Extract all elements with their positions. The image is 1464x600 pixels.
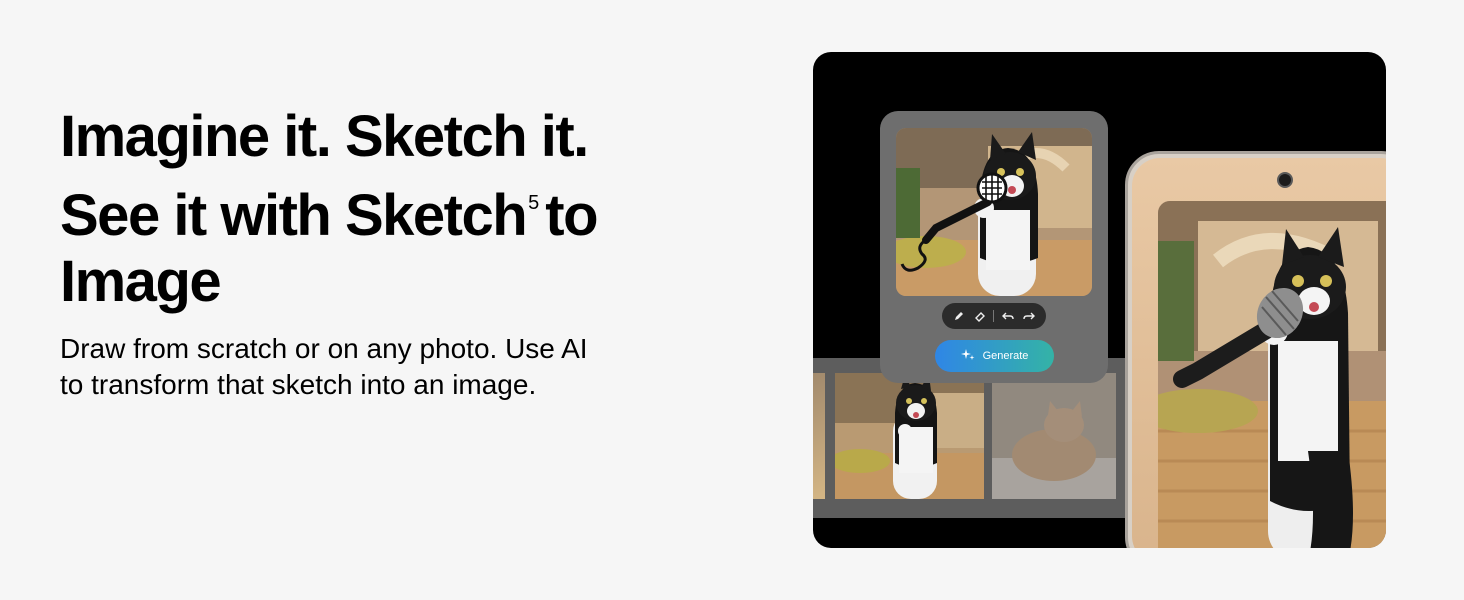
headline-line-3: Image: [60, 249, 222, 314]
headline-line-2: See it with Sketch: [60, 183, 528, 248]
description: Draw from scratch or on any photo. Use A…: [60, 331, 700, 403]
phone-bezel: [1132, 158, 1386, 548]
cat-sketch-image: [896, 128, 1092, 296]
headline-line-2-end: to: [545, 183, 598, 248]
camera-icon: [1277, 172, 1293, 188]
footnote-marker: 5: [528, 192, 540, 214]
sparkle-icon: [960, 348, 975, 365]
gallery-thumbnail-partial[interactable]: [813, 373, 825, 499]
toolbar-divider: [993, 310, 995, 322]
generated-cat-microphone-image: [1158, 201, 1386, 548]
sketch-canvas[interactable]: [896, 128, 1092, 296]
pen-icon[interactable]: [951, 308, 967, 324]
headline-line-1: Imagine it. Sketch it.: [60, 104, 589, 169]
dimmed-overlay: [992, 373, 1116, 499]
generate-button[interactable]: Generate: [935, 340, 1054, 372]
product-visual: Generate: [813, 52, 1386, 548]
hero-copy: Imagine it. Sketch it. See it with Sketc…: [60, 104, 700, 403]
description-line-1: Draw from scratch or on any photo. Use A…: [60, 333, 588, 364]
generate-label: Generate: [982, 350, 1029, 362]
sketch-to-image-panel: Generate: [880, 111, 1108, 383]
gallery-thumbnail-cat-relaxing[interactable]: [992, 373, 1116, 499]
redo-icon[interactable]: [1021, 308, 1037, 324]
sketch-toolbar: [942, 303, 1046, 329]
description-line-2: to transform that sketch into an image.: [60, 369, 537, 400]
undo-icon[interactable]: [1000, 308, 1016, 324]
generated-image: [1158, 201, 1386, 548]
headline: Imagine it. Sketch it. See it with Sketc…: [60, 104, 700, 315]
eraser-icon[interactable]: [972, 308, 988, 324]
gallery-thumbnail-cat-microphone[interactable]: [835, 373, 984, 499]
phone-device: [1125, 151, 1386, 548]
cat-photo-thumbnail: [835, 373, 984, 499]
